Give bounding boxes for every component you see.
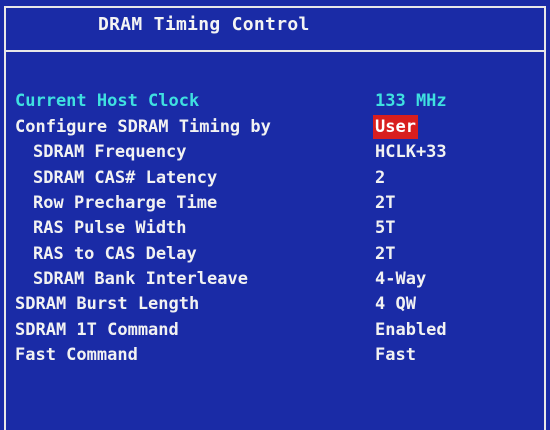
setting-value[interactable]: 2: [375, 166, 385, 190]
setting-label: SDRAM Burst Length: [15, 294, 200, 314]
setting-value[interactable]: 2T: [375, 242, 395, 266]
setting-label: RAS to CAS Delay: [33, 244, 197, 264]
setting-row-sdram-bank-interleave[interactable]: SDRAM Bank Interleave 4-Way: [0, 267, 550, 291]
setting-value[interactable]: Fast: [375, 343, 416, 367]
setting-row-sdram-cas-latency[interactable]: SDRAM CAS# Latency 2: [0, 166, 550, 190]
info-row-host-clock: Current Host Clock 133 MHz: [0, 89, 550, 113]
setting-row-ras-to-cas-delay[interactable]: RAS to CAS Delay 2T: [0, 242, 550, 266]
setting-label: SDRAM CAS# Latency: [33, 168, 218, 188]
setting-label: RAS Pulse Width: [33, 218, 187, 238]
setting-row-sdram-burst-length[interactable]: SDRAM Burst Length 4 QW: [0, 292, 550, 316]
host-clock-label: Current Host Clock: [15, 91, 200, 111]
setting-row-ras-pulse-width[interactable]: RAS Pulse Width 5T: [0, 216, 550, 240]
setting-label: SDRAM 1T Command: [15, 320, 179, 340]
setting-value[interactable]: Enabled: [375, 318, 447, 342]
setting-row-sdram-frequency[interactable]: SDRAM Frequency HCLK+33: [0, 140, 550, 164]
setting-row-row-precharge-time[interactable]: Row Precharge Time 2T: [0, 191, 550, 215]
setting-label: Configure SDRAM Timing by: [15, 117, 271, 137]
frame-top-border: [4, 6, 546, 8]
page-title: DRAM Timing Control: [98, 14, 310, 35]
setting-label: Fast Command: [15, 345, 138, 365]
host-clock-value: 133 MHz: [375, 91, 447, 111]
setting-label: SDRAM Bank Interleave: [33, 269, 248, 289]
setting-label: Row Precharge Time: [33, 193, 218, 213]
header-separator: [4, 50, 546, 52]
setting-value[interactable]: 4-Way: [375, 267, 426, 291]
setting-row-fast-command[interactable]: Fast Command Fast: [0, 343, 550, 367]
setting-row-configure-sdram-timing[interactable]: Configure SDRAM Timing by User: [0, 115, 550, 139]
setting-label: SDRAM Frequency: [33, 142, 187, 162]
setting-value[interactable]: 4 QW: [375, 292, 416, 316]
setting-value[interactable]: 5T: [375, 216, 395, 240]
setting-value-selected[interactable]: User: [373, 115, 418, 139]
bios-screen: DRAM Timing Control Current Host Clock 1…: [0, 0, 550, 430]
setting-value[interactable]: 2T: [375, 191, 395, 215]
setting-row-sdram-1t-command[interactable]: SDRAM 1T Command Enabled: [0, 318, 550, 342]
setting-value[interactable]: HCLK+33: [375, 140, 447, 164]
